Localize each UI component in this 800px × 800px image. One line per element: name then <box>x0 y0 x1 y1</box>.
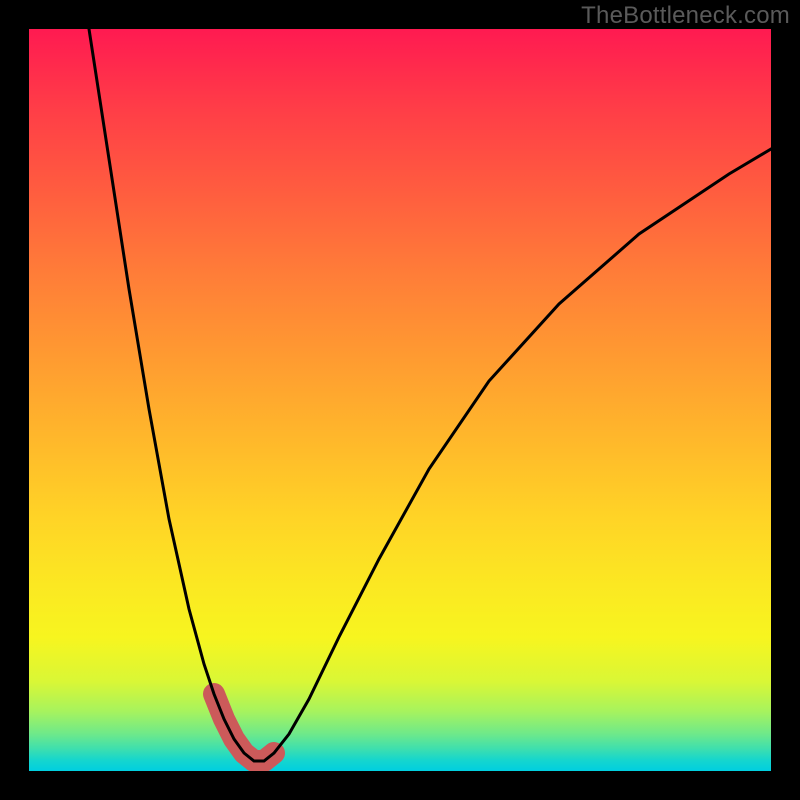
chart-svg <box>29 29 771 771</box>
watermark-text: TheBottleneck.com <box>581 2 790 30</box>
main-curve-path <box>89 29 771 761</box>
chart-frame <box>29 29 771 771</box>
